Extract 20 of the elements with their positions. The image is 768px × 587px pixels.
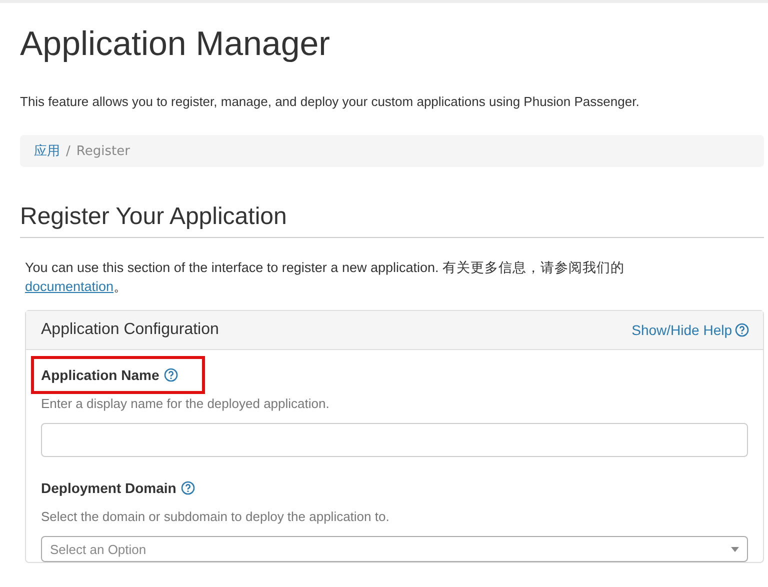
- section-title: Register Your Application: [20, 203, 764, 238]
- documentation-link[interactable]: documentation: [25, 279, 114, 294]
- breadcrumb-separator: /: [66, 144, 70, 158]
- breadcrumb-current: Register: [76, 144, 130, 158]
- domain-dropdown[interactable]: Select an Option: [41, 536, 748, 562]
- help-icon[interactable]: [181, 481, 196, 495]
- help-icon[interactable]: [735, 323, 749, 337]
- breadcrumb-link[interactable]: 应用: [34, 142, 60, 160]
- field-label: Application Name: [41, 367, 160, 383]
- field-label: Deployment Domain: [41, 480, 176, 496]
- page-title: Application Manager: [20, 25, 331, 64]
- section-intro: You can use this section of the interface to register a new application. 有关更多信息，请参阅我们的 documentation。: [25, 259, 626, 296]
- show-hide-help-link[interactable]: Show/Hide Help: [632, 322, 749, 338]
- help-icon[interactable]: [164, 368, 178, 382]
- field-help-text: Select the domain or subdomain to deploy the application to.: [41, 509, 390, 524]
- panel-title: Application Configuration: [41, 321, 219, 339]
- field-help-text: Enter a display name for the deployed application.: [41, 396, 330, 411]
- page-description: This feature allows you to register, manage, and deploy your custom applications using Phusion Passenger.: [20, 94, 640, 109]
- input-field[interactable]: [41, 423, 748, 457]
- caret-icon: [731, 546, 739, 552]
